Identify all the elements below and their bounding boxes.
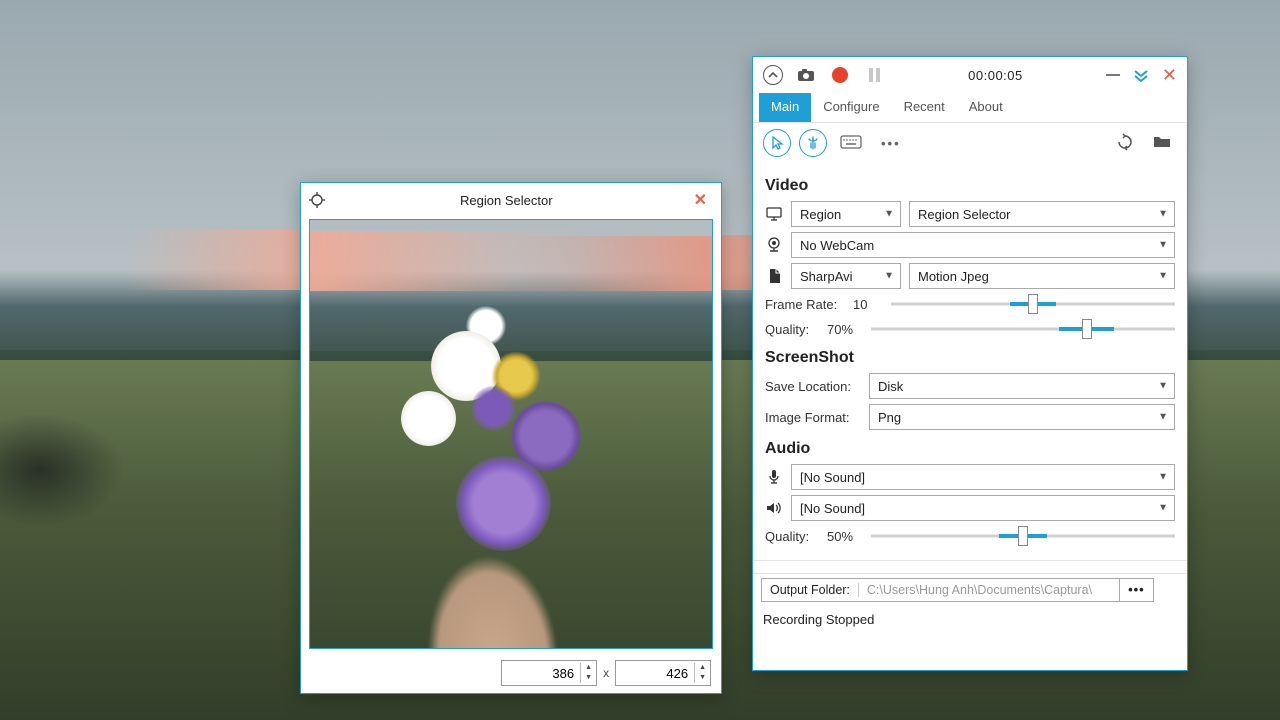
status-bar: Recording Stopped	[753, 605, 1187, 633]
screenshot-heading: ScreenShot	[765, 349, 1175, 367]
encoder-select[interactable]: SharpAvi ▼	[791, 263, 901, 289]
capture-mode-select[interactable]: Region ▼	[791, 201, 901, 227]
audio-quality-slider[interactable]	[871, 526, 1175, 546]
close-icon[interactable]: ✕	[1162, 65, 1177, 86]
file-icon	[765, 268, 783, 284]
collapse-icon[interactable]	[763, 65, 783, 85]
captura-titlebar[interactable]: 00:00:05 ✕	[753, 57, 1187, 93]
click-icon[interactable]	[799, 129, 827, 157]
tab-main[interactable]: Main	[759, 93, 811, 122]
record-button[interactable]	[829, 64, 851, 86]
region-height-stepper[interactable]: ▲▼	[615, 660, 711, 686]
image-format-value: Png	[878, 410, 901, 425]
region-selector-titlebar[interactable]: Region Selector ✕	[301, 183, 721, 217]
save-location-select[interactable]: Disk ▼	[869, 373, 1175, 399]
image-format-label: Image Format:	[765, 410, 861, 425]
region-height-input[interactable]	[616, 666, 694, 681]
keyboard-icon[interactable]	[835, 132, 867, 155]
region-capture-preview[interactable]	[309, 219, 713, 649]
monitor-icon	[765, 207, 783, 221]
chevron-down-icon: ▼	[1158, 472, 1168, 483]
tab-recent[interactable]: Recent	[892, 93, 957, 122]
codec-value: Motion Jpeg	[918, 269, 989, 284]
output-folder-field[interactable]: Output Folder: C:\Users\Hung Anh\Documen…	[761, 578, 1120, 602]
region-selector-window[interactable]: Region Selector ✕ ▲▼ x ▲▼	[300, 182, 722, 694]
main-panel: Video Region ▼ Region Selector ▼ No WebCam…	[753, 163, 1187, 573]
dimension-separator: x	[603, 666, 609, 680]
video-quality-value: 70%	[827, 322, 863, 337]
chevron-down-icon: ▼	[1158, 503, 1168, 514]
chevron-down-icon: ▼	[1158, 381, 1168, 392]
cursor-icon[interactable]	[763, 129, 791, 157]
speaker-select[interactable]: [No Sound] ▼	[791, 495, 1175, 521]
frame-rate-slider[interactable]	[891, 294, 1175, 314]
capture-mode-value: Region	[800, 207, 841, 222]
microphone-value: [No Sound]	[800, 470, 865, 485]
chevron-up-icon[interactable]: ▲	[581, 663, 596, 673]
tab-bar: Main Configure Recent About	[753, 93, 1187, 123]
chevron-down-icon: ▼	[1158, 271, 1168, 282]
region-width-stepper[interactable]: ▲▼	[501, 660, 597, 686]
expand-down-icon[interactable]	[1134, 68, 1148, 83]
chevron-down-icon: ▼	[1158, 240, 1168, 251]
video-quality-slider[interactable]	[871, 319, 1175, 339]
chevron-down-icon: ▼	[1158, 412, 1168, 423]
webcam-select[interactable]: No WebCam ▼	[791, 232, 1175, 258]
region-selector-title: Region Selector	[325, 193, 688, 208]
toolbar: •••	[753, 123, 1187, 163]
output-folder-label: Output Folder:	[762, 583, 859, 597]
region-width-input[interactable]	[502, 666, 580, 681]
microphone-icon	[765, 469, 783, 485]
camera-icon[interactable]	[795, 64, 817, 86]
image-format-select[interactable]: Png ▼	[869, 404, 1175, 430]
save-location-value: Disk	[878, 379, 903, 394]
output-footer: Output Folder: C:\Users\Hung Anh\Documen…	[753, 573, 1187, 605]
save-location-label: Save Location:	[765, 379, 861, 394]
folder-icon[interactable]	[1147, 131, 1177, 156]
frame-rate-value: 10	[853, 297, 883, 312]
chevron-down-icon[interactable]: ▼	[581, 673, 596, 683]
capture-target-value: Region Selector	[918, 207, 1011, 222]
video-heading: Video	[765, 177, 1175, 195]
chevron-up-icon[interactable]: ▲	[695, 663, 710, 673]
speaker-value: [No Sound]	[800, 501, 865, 516]
chevron-down-icon: ▼	[884, 209, 894, 220]
webcam-value: No WebCam	[800, 238, 874, 253]
capture-target-select[interactable]: Region Selector ▼	[909, 201, 1175, 227]
codec-select[interactable]: Motion Jpeg ▼	[909, 263, 1175, 289]
video-quality-label: Quality:	[765, 322, 819, 337]
pause-button[interactable]	[863, 64, 885, 86]
tab-configure[interactable]: Configure	[811, 93, 891, 122]
speaker-icon	[765, 501, 783, 515]
captura-window[interactable]: 00:00:05 ✕ Main Configure Recent About •…	[752, 56, 1188, 671]
recording-timer: 00:00:05	[897, 68, 1094, 83]
browse-button[interactable]: •••	[1120, 578, 1154, 602]
microphone-select[interactable]: [No Sound] ▼	[791, 464, 1175, 490]
refresh-icon[interactable]	[1111, 130, 1139, 157]
audio-heading: Audio	[765, 440, 1175, 458]
chevron-down-icon: ▼	[1158, 209, 1168, 220]
divider	[753, 560, 1187, 561]
tab-about[interactable]: About	[957, 93, 1015, 122]
frame-rate-label: Frame Rate:	[765, 297, 845, 312]
webcam-icon	[765, 237, 783, 253]
audio-quality-label: Quality:	[765, 529, 819, 544]
more-icon[interactable]: •••	[875, 132, 907, 155]
chevron-down-icon[interactable]: ▼	[695, 673, 710, 683]
output-folder-path: C:\Users\Hung Anh\Documents\Captura\	[859, 583, 1119, 597]
crosshair-icon[interactable]	[309, 192, 325, 208]
encoder-value: SharpAvi	[800, 269, 853, 284]
close-icon[interactable]: ✕	[688, 186, 713, 214]
audio-quality-value: 50%	[827, 529, 863, 544]
chevron-down-icon: ▼	[884, 271, 894, 282]
minimize-icon[interactable]	[1106, 74, 1120, 76]
region-selector-footer: ▲▼ x ▲▼	[301, 653, 721, 693]
